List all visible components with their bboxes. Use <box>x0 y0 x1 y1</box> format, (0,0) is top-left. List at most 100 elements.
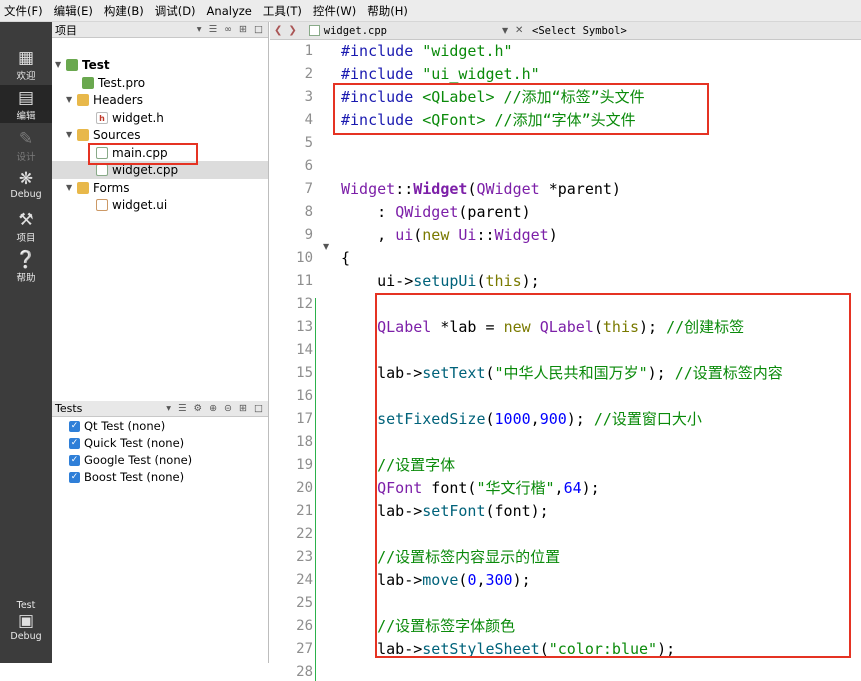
code-token: : <box>341 203 396 221</box>
highlight-box-includes <box>333 83 709 135</box>
tree-folder-sources-label: Sources <box>93 128 141 142</box>
code-token: #include <box>341 65 423 83</box>
menu-tools[interactable]: 工具(T) <box>263 3 302 19</box>
code-token: ui <box>395 226 414 244</box>
tree-folder-forms[interactable]: ▼ Forms <box>66 179 129 197</box>
code-token: #include <box>341 42 423 60</box>
mode-design[interactable]: ✎ 设计 <box>0 129 52 163</box>
editor-toolbar: ❮❯ widget.cpp ▼ ✕ <Select Symbol> <box>270 22 861 40</box>
pane-toolbar[interactable]: ▾ ☰ ∞ ⊞ □ <box>197 22 265 38</box>
checkbox-checked-icon[interactable]: ✓ <box>69 421 80 432</box>
code-line[interactable]: Widget::Widget(QWidget *parent) <box>341 178 621 201</box>
line-number: 21 <box>296 503 313 519</box>
test-item-quick[interactable]: ✓ Quick Test (none) <box>69 435 184 452</box>
mode-project[interactable]: ⚒ 项目 <box>0 210 52 244</box>
tree-item-form[interactable]: widget.ui <box>96 196 167 214</box>
tree-folder-headers[interactable]: ▼ Headers <box>66 91 143 109</box>
test-item-google-label: Google Test (none) <box>84 453 193 467</box>
tests-pane-toolbar[interactable]: ▾ ☰ ⚙ ⊕ ⊝ ⊞ □ <box>166 401 265 417</box>
folder-icon <box>77 94 89 106</box>
pencil-icon: ✎ <box>18 129 34 149</box>
chevron-down-icon: ▼ <box>55 60 62 69</box>
line-number: 5 <box>304 135 313 151</box>
line-number-gutter: 1 2 3 4 5 6 7 8 9 10 11 12 13 14 15 16 1… <box>270 40 338 681</box>
document-icon: ▤ <box>17 88 35 108</box>
line-number: 8 <box>304 204 313 220</box>
line-number: 22 <box>296 526 313 542</box>
line-number: 6 <box>304 158 313 174</box>
code-token: new <box>422 226 450 244</box>
changed-lines-marker <box>315 298 316 681</box>
folder-icon <box>77 129 89 141</box>
code-token: QWidget <box>476 180 540 198</box>
line-number: 10 <box>296 250 313 266</box>
test-item-google[interactable]: ✓ Google Test (none) <box>69 452 192 469</box>
nav-back-forward-icon[interactable]: ❮❯ <box>274 25 303 36</box>
mode-debug[interactable]: ❋ Debug <box>0 169 52 200</box>
checkbox-checked-icon[interactable]: ✓ <box>69 455 80 466</box>
close-icon[interactable]: ✕ <box>515 22 523 40</box>
test-item-quick-label: Quick Test (none) <box>84 436 185 450</box>
tree-item-pro[interactable]: Test.pro <box>82 74 145 92</box>
file-tab-label: widget.cpp <box>323 24 387 37</box>
highlight-box-file <box>88 143 198 165</box>
code-line[interactable]: : QWidget(parent) <box>341 201 531 224</box>
code-token: ) <box>548 226 558 244</box>
checkbox-checked-icon[interactable]: ✓ <box>69 472 80 483</box>
code-token: this <box>485 272 522 290</box>
code-token: (parent) <box>458 203 531 221</box>
chevron-down-icon: ▼ <box>66 183 73 192</box>
tree-folder-sources[interactable]: ▼ Sources <box>66 126 140 144</box>
code-token: Widget <box>341 180 396 198</box>
tree-root[interactable]: ▼ Test <box>55 56 110 74</box>
code-line[interactable]: , ui(new Ui::Widget) <box>341 224 558 247</box>
mode-welcome[interactable]: ▦ 欢迎 <box>0 48 52 82</box>
grid-icon: ▦ <box>17 48 35 68</box>
line-number: 1 <box>304 43 313 59</box>
fold-marker-icon[interactable]: ▼ <box>323 242 329 251</box>
highlight-box-label-code <box>375 293 851 658</box>
file-tab[interactable]: widget.cpp <box>308 24 387 37</box>
code-token: "ui_widget.h" <box>422 65 540 83</box>
tree-root-label: Test <box>82 58 110 72</box>
mode-help[interactable]: ❔ 帮助 <box>0 250 52 284</box>
code-line[interactable]: ui->setupUi(this); <box>341 270 540 293</box>
chevron-down-icon: ▼ <box>66 95 73 104</box>
menu-build[interactable]: 构建(B) <box>104 3 144 19</box>
target-mode-label: Debug <box>10 631 42 642</box>
menu-debug[interactable]: 调试(D) <box>155 3 196 19</box>
mode-edit[interactable]: ▤ 编辑 <box>0 85 52 123</box>
menu-help[interactable]: 帮助(H) <box>367 3 408 19</box>
mode-welcome-label: 欢迎 <box>16 71 36 82</box>
line-number: 7 <box>304 181 313 197</box>
project-pane-title: 项目 <box>55 23 77 37</box>
monitor-icon: ▣ <box>17 611 35 631</box>
menu-edit[interactable]: 编辑(E) <box>54 3 93 19</box>
menu-widgets[interactable]: 控件(W) <box>313 3 356 19</box>
test-item-boost[interactable]: ✓ Boost Test (none) <box>69 469 184 486</box>
test-item-qt[interactable]: ✓ Qt Test (none) <box>69 418 165 435</box>
menu-file[interactable]: 文件(F) <box>4 3 43 19</box>
project-pane-header: 项目 ▾ ☰ ∞ ⊞ □ <box>52 22 268 38</box>
tests-pane-title: Tests <box>55 402 83 415</box>
line-number: 25 <box>296 595 313 611</box>
tree-item-form-label: widget.ui <box>112 198 168 212</box>
mode-design-label: 设计 <box>16 152 36 163</box>
code-line[interactable]: { <box>341 247 350 270</box>
chevron-down-icon[interactable]: ▼ <box>502 22 508 40</box>
menu-bar: 文件(F) 编辑(E) 构建(B) 调试(D) Analyze 工具(T) 控件… <box>0 0 861 22</box>
menu-analyze[interactable]: Analyze <box>207 4 252 18</box>
pro-file-icon <box>82 77 94 89</box>
code-line[interactable]: #include "widget.h" <box>341 40 513 63</box>
code-token: Widget <box>413 180 468 198</box>
tree-item-header[interactable]: h widget.h <box>96 109 164 127</box>
line-number: 20 <box>296 480 313 496</box>
line-number: 3 <box>304 89 313 105</box>
code-token: "widget.h" <box>422 42 513 60</box>
line-number: 4 <box>304 112 313 128</box>
checkbox-checked-icon[interactable]: ✓ <box>69 438 80 449</box>
symbol-selector[interactable]: <Select Symbol> <box>532 22 627 40</box>
build-target-selector[interactable]: Test ▣ Debug <box>0 600 52 642</box>
